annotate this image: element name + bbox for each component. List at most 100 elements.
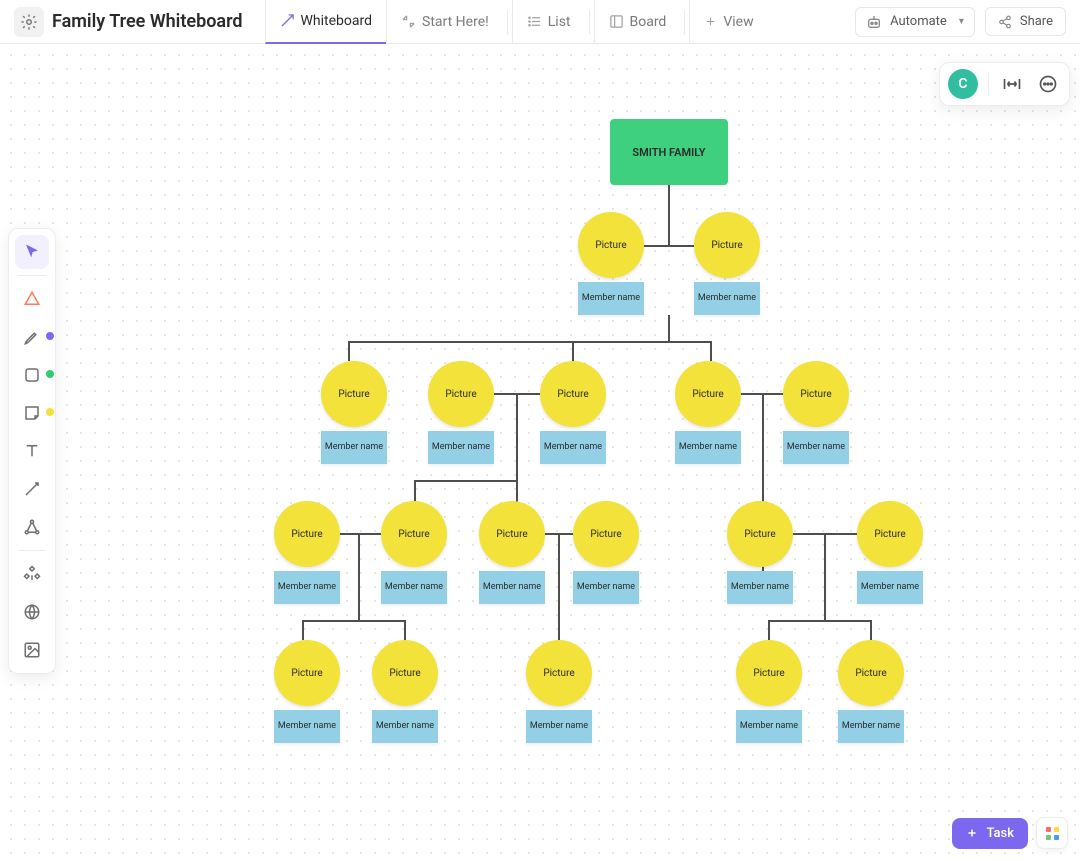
tab-whiteboard[interactable]: Whiteboard (265, 0, 387, 44)
app-icon[interactable] (14, 7, 44, 37)
divider (684, 10, 685, 34)
tab-board[interactable]: Board (594, 0, 681, 44)
picture-node[interactable]: Picture (479, 501, 545, 567)
tool-select[interactable] (15, 235, 49, 269)
color-indicator (46, 332, 54, 340)
picture-node[interactable]: Picture (428, 361, 494, 427)
bottom-right-controls: Task (952, 817, 1068, 849)
tab-label: Whiteboard (301, 13, 373, 29)
tool-sticky[interactable] (15, 396, 49, 430)
picture-node[interactable]: Picture (783, 361, 849, 427)
picture-node[interactable]: Picture (675, 361, 741, 427)
picture-node[interactable]: Picture (736, 640, 802, 706)
tool-image[interactable] (15, 633, 49, 667)
board-icon (609, 14, 624, 29)
member-label[interactable]: Member name (372, 710, 438, 743)
canvas-controls: C (939, 62, 1070, 106)
header-left: Family Tree Whiteboard Whiteboard Start … (14, 0, 768, 44)
apps-button[interactable] (1036, 817, 1068, 849)
tab-list[interactable]: List (512, 0, 585, 44)
root-node[interactable]: SMITH FAMILY (610, 119, 728, 185)
member-label[interactable]: Member name (736, 710, 802, 743)
member-label[interactable]: Member name (428, 431, 494, 464)
tab-start-here[interactable]: Start Here! (386, 0, 503, 44)
connector (668, 185, 670, 245)
connector (870, 620, 872, 640)
tool-pen[interactable] (15, 320, 49, 354)
member-label[interactable]: Member name (857, 571, 923, 604)
tabs: Whiteboard Start Here! List Board (265, 0, 768, 44)
tool-rect[interactable] (15, 358, 49, 392)
member-label[interactable]: Member name (783, 431, 849, 464)
automate-label: Automate (890, 14, 947, 29)
member-label[interactable]: Member name (274, 710, 340, 743)
tab-label: List (548, 14, 571, 30)
member-label[interactable]: Member name (381, 571, 447, 604)
separator (18, 550, 46, 551)
plus-icon (966, 827, 978, 839)
member-label[interactable]: Member name (540, 431, 606, 464)
connector (668, 315, 670, 343)
tab-view[interactable]: View (689, 0, 767, 44)
header-right: Automate ▾ Share (855, 7, 1066, 37)
connector (414, 480, 416, 502)
member-label[interactable]: Member name (578, 282, 644, 315)
connector (358, 533, 360, 621)
picture-node[interactable]: Picture (540, 361, 606, 427)
connector (516, 393, 518, 482)
member-label[interactable]: Member name (675, 431, 741, 464)
apps-icon (1046, 827, 1059, 840)
connector (768, 620, 770, 640)
member-label[interactable]: Member name (694, 282, 760, 315)
fit-width-button[interactable] (999, 71, 1025, 97)
picture-node[interactable]: Picture (321, 361, 387, 427)
picture-node[interactable]: Picture (274, 640, 340, 706)
automate-button[interactable]: Automate ▾ (855, 7, 975, 37)
chevron-down-icon: ▾ (959, 16, 964, 27)
member-label[interactable]: Member name (526, 710, 592, 743)
picture-node[interactable]: Picture (573, 501, 639, 567)
picture-node[interactable]: Picture (727, 501, 793, 567)
tool-shapes[interactable] (15, 282, 49, 316)
connector (302, 620, 406, 622)
share-icon (998, 15, 1012, 29)
member-label[interactable]: Member name (727, 571, 793, 604)
picture-node[interactable]: Picture (694, 212, 760, 278)
tool-connector[interactable] (15, 472, 49, 506)
collapse-icon (401, 14, 416, 29)
avatar[interactable]: C (948, 69, 978, 99)
member-label[interactable]: Member name (838, 710, 904, 743)
picture-node[interactable]: Picture (372, 640, 438, 706)
picture-node[interactable]: Picture (526, 640, 592, 706)
tool-web[interactable] (15, 595, 49, 629)
connector (348, 341, 350, 361)
share-button[interactable]: Share (985, 7, 1066, 36)
header-bar: Family Tree Whiteboard Whiteboard Start … (0, 0, 1080, 44)
tab-label: Board (630, 14, 667, 30)
picture-node[interactable]: Picture (838, 640, 904, 706)
tool-widgets[interactable] (15, 557, 49, 591)
whiteboard-canvas[interactable]: C SMITH FAMILY Picture Picture Member na… (0, 44, 1080, 861)
robot-icon (866, 14, 882, 30)
picture-node[interactable]: Picture (274, 501, 340, 567)
task-button[interactable]: Task (952, 818, 1028, 849)
picture-node[interactable]: Picture (381, 501, 447, 567)
tool-text[interactable] (15, 434, 49, 468)
divider (589, 10, 590, 34)
connector (302, 620, 304, 640)
picture-node[interactable]: Picture (578, 212, 644, 278)
connector (824, 533, 826, 621)
member-label[interactable]: Member name (321, 431, 387, 464)
connector (348, 341, 712, 343)
member-label[interactable]: Member name (479, 571, 545, 604)
member-label[interactable]: Member name (573, 571, 639, 604)
connector (414, 480, 518, 482)
connector (340, 533, 381, 535)
tool-network[interactable] (15, 510, 49, 544)
more-options-button[interactable] (1035, 71, 1061, 97)
connector (644, 245, 694, 247)
page-title[interactable]: Family Tree Whiteboard (52, 11, 243, 32)
connector (404, 620, 406, 640)
member-label[interactable]: Member name (274, 571, 340, 604)
picture-node[interactable]: Picture (857, 501, 923, 567)
